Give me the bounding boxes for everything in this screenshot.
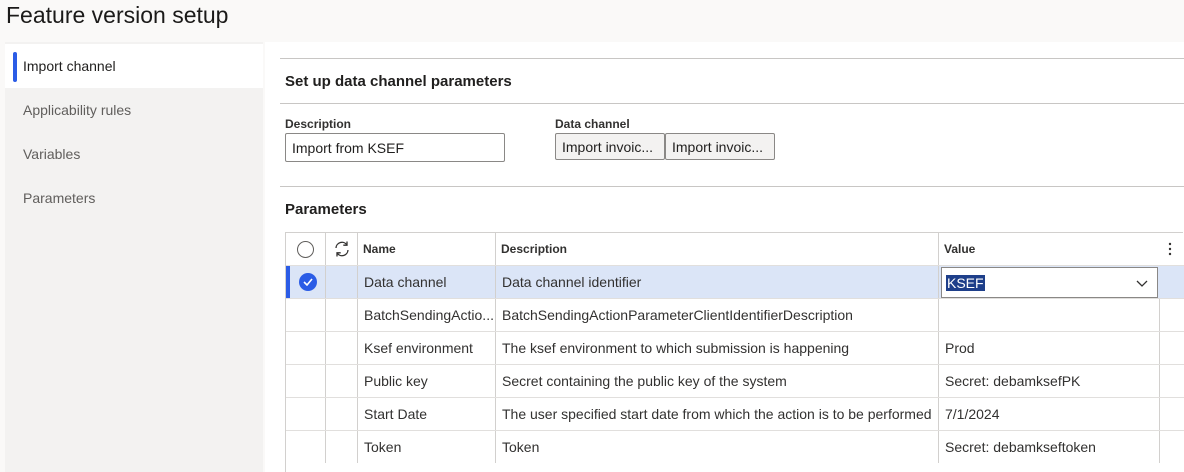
cell-value[interactable]: Secret: debamksefPK	[939, 365, 1160, 397]
active-indicator	[13, 52, 17, 82]
row-select-cell[interactable]	[286, 299, 326, 331]
column-options-button[interactable]	[1160, 233, 1184, 265]
table-row[interactable]: Token Token Secret: debamkseftoken	[286, 430, 1184, 463]
cell-value[interactable]	[939, 299, 1160, 331]
data-channel-button[interactable]: Import invoic...	[665, 133, 775, 160]
column-header-value[interactable]: Value	[939, 233, 1160, 265]
value-dropdown[interactable]: KSEF	[941, 267, 1158, 298]
row-spacer-cell	[326, 332, 358, 364]
parameters-section-title: Parameters	[285, 201, 367, 218]
table-row[interactable]: BatchSendingActio... BatchSendingActionP…	[286, 298, 1184, 331]
cell-description: The ksef environment to which submission…	[496, 332, 939, 364]
refresh-icon	[334, 241, 349, 257]
row-select-cell[interactable]	[286, 398, 326, 430]
data-channel-label: Data channel	[555, 117, 630, 131]
left-nav: Import channel Applicability rules Varia…	[5, 42, 263, 472]
nav-item-variables[interactable]: Variables	[5, 132, 263, 176]
row-select-cell[interactable]	[286, 332, 326, 364]
more-vertical-icon	[1168, 242, 1172, 256]
nav-item-label: Variables	[23, 146, 81, 162]
row-select-cell[interactable]	[286, 365, 326, 397]
refresh-button[interactable]	[326, 233, 358, 265]
divider	[280, 103, 1184, 104]
row-select-cell[interactable]	[286, 431, 326, 463]
description-label: Description	[285, 117, 352, 131]
cell-name: Ksef environment	[358, 332, 496, 364]
table-row[interactable]: Data channel Data channel identifier KSE…	[286, 265, 1184, 299]
column-header-name[interactable]: Name	[358, 233, 496, 265]
cell-name: Data channel	[358, 266, 496, 298]
nav-item-label: Applicability rules	[23, 102, 132, 118]
checkmark-circle-icon	[298, 273, 317, 291]
cell-description: Secret containing the public key of the …	[496, 365, 939, 397]
description-input[interactable]	[285, 133, 505, 162]
row-spacer-cell	[326, 299, 358, 331]
page-title: Feature version setup	[6, 2, 229, 28]
cell-value[interactable]: Prod	[939, 332, 1160, 364]
divider	[280, 58, 1184, 59]
row-select-checkbox[interactable]	[286, 266, 326, 298]
nav-item-parameters[interactable]: Parameters	[5, 176, 263, 220]
cell-value[interactable]: Secret: debamkseftoken	[939, 431, 1160, 463]
table-row[interactable]: Start Date The user specified start date…	[286, 397, 1184, 430]
cell-description: The user specified start date from which…	[496, 398, 939, 430]
cell-name: BatchSendingActio...	[358, 299, 496, 331]
cell-description: Data channel identifier	[496, 266, 939, 298]
cell-name: Start Date	[358, 398, 496, 430]
cell-name: Public key	[358, 365, 496, 397]
nav-item-label: Parameters	[23, 190, 96, 206]
row-spacer-cell	[326, 365, 358, 397]
row-spacer-cell	[326, 431, 358, 463]
cell-value[interactable]: 7/1/2024	[939, 398, 1160, 430]
row-spacer-cell	[326, 398, 358, 430]
column-header-description[interactable]: Description	[496, 233, 939, 265]
circle-icon	[297, 240, 314, 258]
cell-description: BatchSendingActionParameterClientIdentif…	[496, 299, 939, 331]
nav-item-applicability-rules[interactable]: Applicability rules	[5, 88, 263, 132]
parameters-grid: Name Description Value Data channel Data…	[285, 232, 1184, 472]
setup-section-title: Set up data channel parameters	[285, 73, 512, 90]
table-row[interactable]: Ksef environment The ksef environment to…	[286, 331, 1184, 364]
cell-name: Token	[358, 431, 496, 463]
value-dropdown-text: KSEF	[946, 274, 985, 291]
select-all-checkbox[interactable]	[286, 233, 326, 265]
nav-item-import-channel[interactable]: Import channel	[5, 44, 263, 88]
row-spacer-cell	[326, 266, 358, 298]
data-channel-button[interactable]: Import invoic...	[555, 133, 665, 160]
table-row[interactable]: Public key Secret containing the public …	[286, 364, 1184, 397]
chevron-down-icon	[1136, 280, 1148, 287]
main-panel: Set up data channel parameters Descripti…	[265, 42, 1184, 472]
cell-description: Token	[496, 431, 939, 463]
nav-item-label: Import channel	[23, 58, 116, 74]
divider	[280, 186, 1184, 187]
